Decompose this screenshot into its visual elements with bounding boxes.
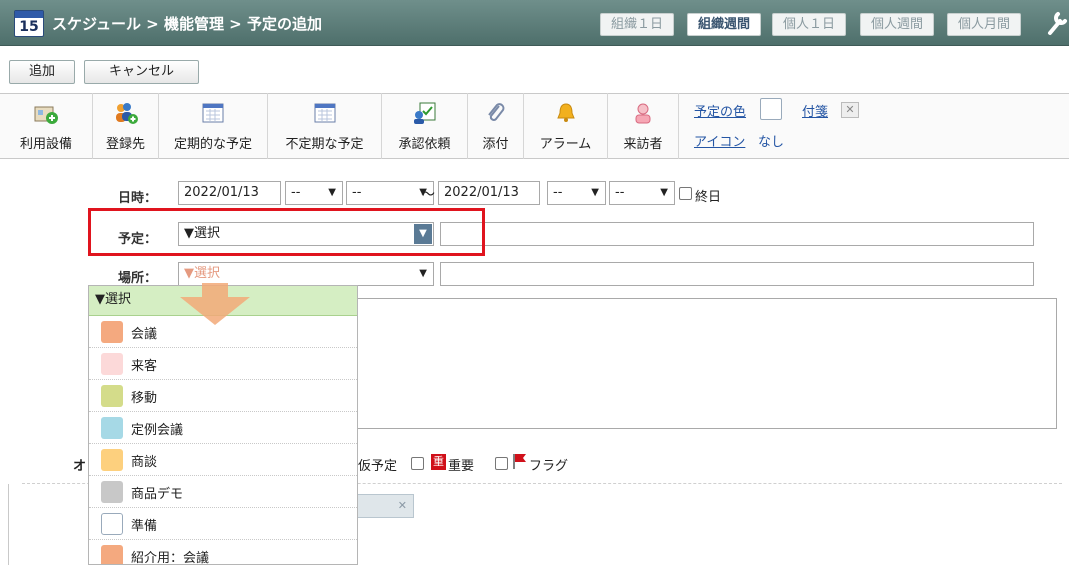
calendar-icon	[314, 103, 335, 123]
view-org-day-button[interactable]: 組織１日	[600, 13, 675, 36]
important-checkbox[interactable]	[411, 457, 424, 470]
tool-visitor[interactable]: 来訪者	[608, 93, 679, 159]
tool-label: 添付	[482, 137, 509, 152]
place-label: 場所：	[118, 271, 158, 286]
wrench-icon[interactable]	[1046, 10, 1068, 36]
bell-icon	[556, 103, 575, 122]
tool-recurring[interactable]: 定期的な予定	[159, 93, 268, 159]
start-date-field[interactable]: 2022/01/13	[178, 181, 281, 205]
facility-add-icon	[34, 106, 58, 124]
tool-label: 登録先	[105, 137, 145, 152]
tool-label: 利用設備	[19, 137, 72, 152]
paperclip-icon	[487, 103, 504, 121]
sticky-note-link[interactable]: 付箋	[802, 101, 828, 120]
color-swatch	[101, 545, 123, 564]
tool-label: アラーム	[539, 137, 592, 152]
tool-register-target[interactable]: 登録先	[93, 93, 159, 159]
tag-chip-close-icon[interactable]: ✕	[350, 494, 414, 518]
important-icon: 重	[431, 454, 446, 470]
dropdown-item[interactable]: 商品デモ	[89, 476, 357, 508]
important-label: 重要	[448, 459, 475, 474]
flag-checkbox[interactable]	[495, 457, 508, 470]
color-swatch	[101, 481, 123, 503]
add-button[interactable]: 追加	[9, 60, 75, 84]
tool-alarm[interactable]: アラーム	[524, 93, 608, 159]
dropdown-item-label: 来客	[131, 359, 158, 374]
tool-label: 来訪者	[623, 137, 663, 152]
tool-irregular[interactable]: 不定期な予定	[268, 93, 382, 159]
color-swatch	[101, 449, 123, 471]
view-org-week-button[interactable]: 組織週間	[687, 13, 762, 36]
plan-title-input[interactable]	[440, 222, 1034, 246]
dropdown-item-label: 商品デモ	[131, 487, 184, 502]
dropdown-item[interactable]: 定例会議	[89, 412, 357, 444]
color-swatch	[101, 321, 123, 343]
datetime-label: 日時：	[118, 191, 158, 206]
tool-label: 承認依頼	[398, 137, 451, 152]
color-swatch	[101, 513, 123, 535]
flag-icon	[513, 454, 526, 469]
users-add-icon	[115, 103, 138, 124]
tool-attach[interactable]: 添付	[468, 93, 524, 159]
dropdown-item-label: 紹介用：会議	[131, 551, 210, 565]
icon-value: なし	[758, 135, 785, 150]
highlight-box	[88, 208, 485, 256]
event-color-swatch[interactable]	[760, 98, 782, 120]
start-hour-select[interactable]: --	[285, 181, 343, 205]
cancel-button[interactable]: キャンセル	[84, 60, 199, 84]
color-swatch	[101, 417, 123, 439]
arrow-down-icon	[180, 283, 250, 325]
tool-label: 定期的な予定	[173, 137, 252, 152]
color-swatch	[101, 385, 123, 407]
visitor-icon	[635, 103, 651, 124]
options-label: オ	[73, 459, 87, 474]
plan-dropdown-list: ▼選択 会議 来客 移動 定例会議 商談 商品デモ 準備 紹介用：会議	[88, 285, 358, 565]
allday-checkbox[interactable]	[679, 187, 692, 200]
tool-label: 不定期な予定	[285, 137, 364, 152]
dropdown-item[interactable]: 準備	[89, 508, 357, 540]
dropdown-item-label: 会議	[131, 327, 158, 342]
dropdown-item[interactable]: 商談	[89, 444, 357, 476]
dropdown-item[interactable]: 移動	[89, 380, 357, 412]
dropdown-item[interactable]: 来客	[89, 348, 357, 380]
end-date-field[interactable]: 2022/01/13	[438, 181, 540, 205]
event-color-link[interactable]: 予定の色	[694, 101, 746, 120]
dropdown-item[interactable]: 紹介用：会議	[89, 540, 357, 565]
view-personal-day-button[interactable]: 個人１日	[772, 13, 847, 36]
view-personal-month-button[interactable]: 個人月間	[947, 13, 1022, 36]
dropdown-item-label: 準備	[131, 519, 158, 534]
place-input[interactable]	[440, 262, 1034, 286]
tentative-label: 仮予定	[358, 459, 398, 474]
left-border	[8, 484, 9, 565]
view-personal-week-button[interactable]: 個人週間	[860, 13, 935, 36]
approval-icon	[413, 102, 435, 124]
range-tilde: 〜	[421, 187, 435, 203]
end-minute-select[interactable]: --	[609, 181, 675, 205]
icon-select-link[interactable]: アイコン	[694, 131, 745, 150]
sticky-note-clear-icon[interactable]: ✕	[841, 102, 859, 118]
tool-approval[interactable]: 承認依頼	[382, 93, 468, 159]
tool-facility[interactable]: 利用設備	[0, 93, 93, 159]
dropdown-item-label: 移動	[131, 391, 158, 406]
calendar-day: 15	[19, 19, 39, 35]
dropdown-item-label: 定例会議	[131, 423, 184, 438]
calendar-icon	[202, 103, 224, 123]
end-hour-select[interactable]: --	[547, 181, 606, 205]
flag-label: フラグ	[529, 459, 569, 474]
allday-label: 終日	[695, 190, 722, 205]
breadcrumb: スケジュール > 機能管理 > 予定の追加	[52, 15, 322, 33]
dropdown-item-label: 商談	[131, 455, 158, 470]
color-swatch	[101, 353, 123, 375]
calendar-icon: 15	[14, 10, 44, 37]
